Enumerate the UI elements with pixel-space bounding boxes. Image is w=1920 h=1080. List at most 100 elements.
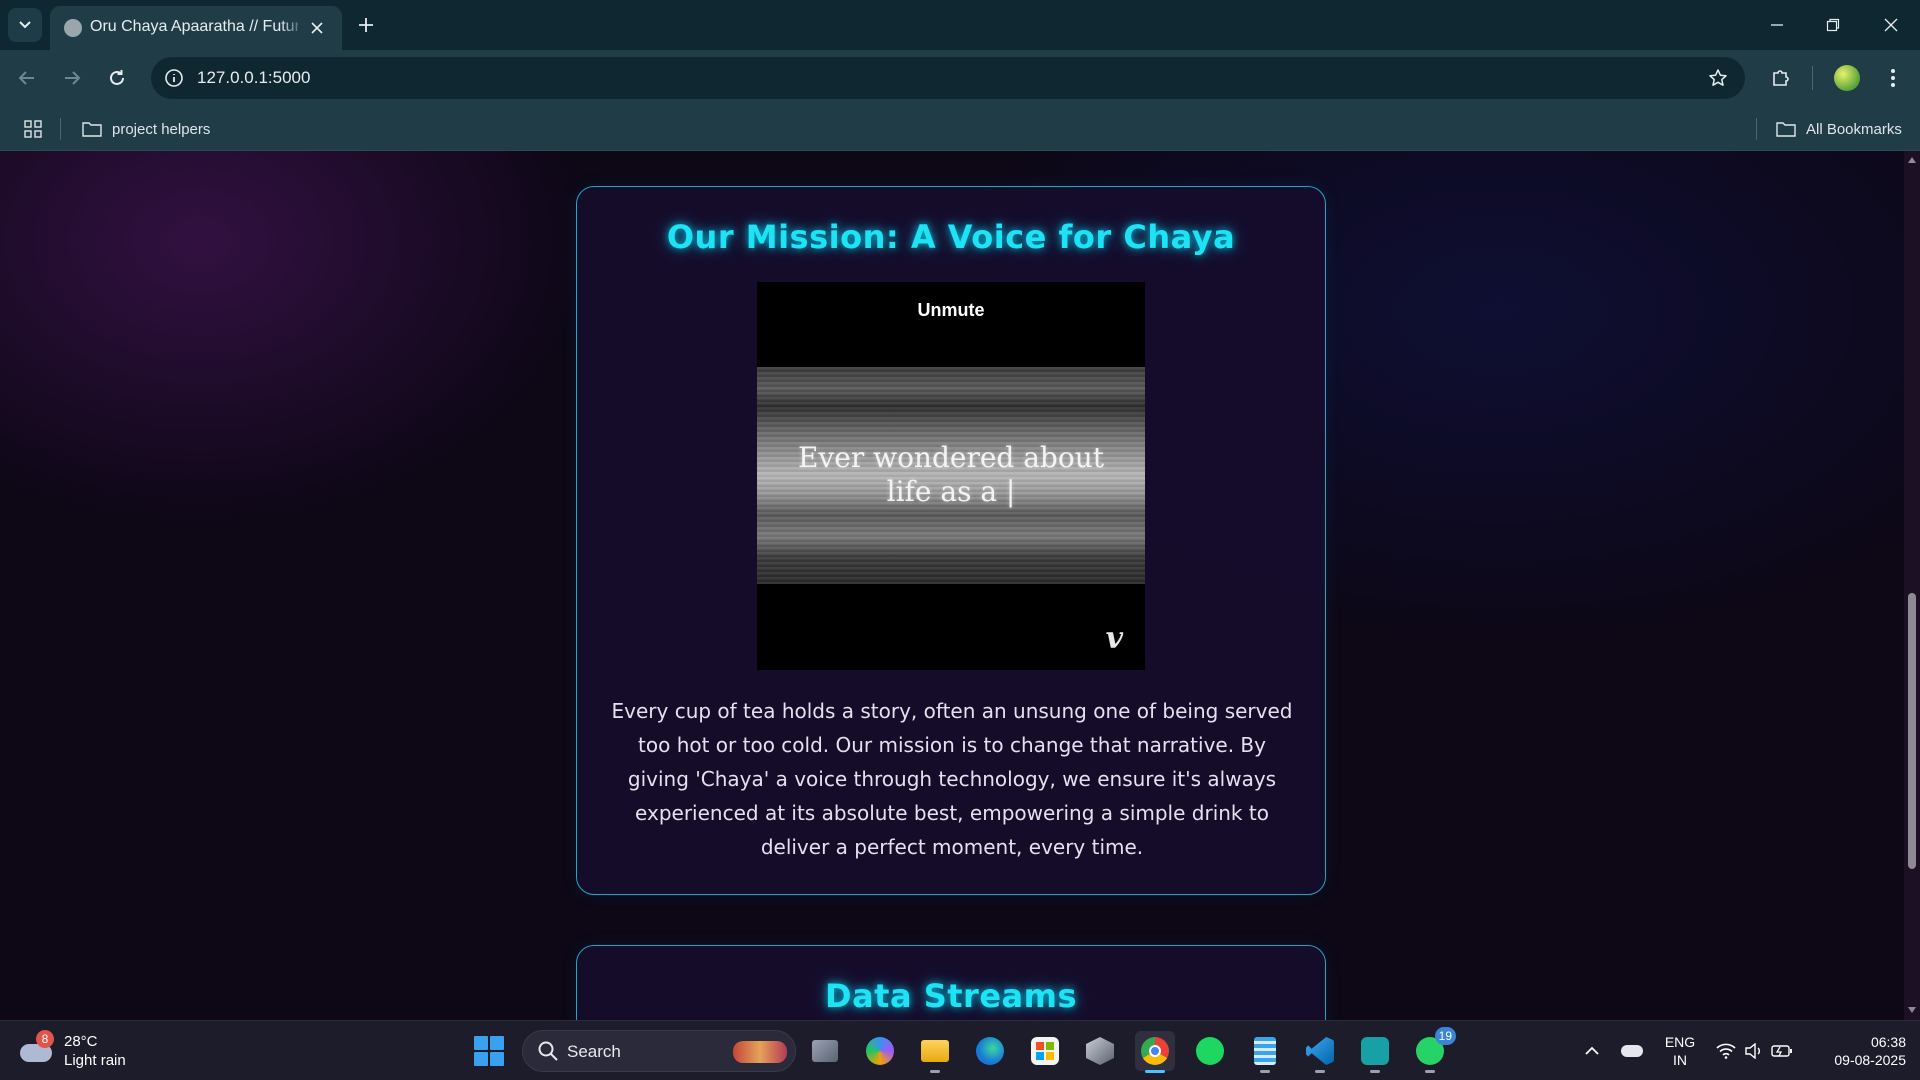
- vscode-icon: [1306, 1037, 1334, 1065]
- vimeo-logo-icon[interactable]: v: [1106, 621, 1123, 656]
- region-code: IN: [1673, 1052, 1687, 1068]
- tab-close-button[interactable]: [306, 17, 328, 39]
- tab-search-button[interactable]: [8, 8, 42, 42]
- bookmarks-divider: [1756, 118, 1757, 140]
- url-text[interactable]: 127.0.0.1:5000: [197, 68, 310, 88]
- edge-icon: [976, 1037, 1004, 1065]
- mission-video-player[interactable]: Unmute Ever wondered about life as a | v: [757, 282, 1145, 670]
- mission-title: Our Mission: A Voice for Chaya: [666, 218, 1236, 256]
- all-bookmarks-label: All Bookmarks: [1806, 120, 1902, 138]
- tab-title-fade: [280, 14, 306, 42]
- copilot-app[interactable]: [860, 1031, 900, 1071]
- bookmark-star-icon[interactable]: [1705, 65, 1731, 91]
- extensions-button[interactable]: [1764, 61, 1798, 95]
- active-tab[interactable]: Oru Chaya Apaaratha // Futuristic: [50, 6, 342, 50]
- weather-temp: 28°C: [64, 1033, 98, 1050]
- bookmark-folder-project-helpers[interactable]: project helpers: [76, 114, 216, 144]
- search-icon: [538, 1041, 558, 1061]
- data-streams-title: Data Streams: [825, 977, 1077, 1015]
- bookmark-label: project helpers: [112, 120, 211, 138]
- puzzle-icon: [1773, 70, 1789, 86]
- arduino-app[interactable]: [1355, 1031, 1395, 1073]
- onedrive-icon[interactable]: [1620, 1039, 1644, 1063]
- mission-description: Every cup of tea holds a story, often an…: [611, 699, 1293, 859]
- restore-button[interactable]: [1816, 8, 1850, 42]
- chevron-down-icon: [19, 21, 31, 29]
- weather-widget[interactable]: 8 28°C Light rain: [20, 1029, 126, 1073]
- scroll-up-arrow-icon[interactable]: [1907, 155, 1917, 165]
- arduino-icon: [1361, 1037, 1389, 1065]
- whatsapp-app[interactable]: 19: [1410, 1027, 1456, 1073]
- close-icon: [311, 22, 323, 34]
- browser-toolbar: 127.0.0.1:5000: [0, 50, 1920, 106]
- reload-button[interactable]: [100, 61, 134, 95]
- store-app[interactable]: [1025, 1031, 1065, 1071]
- edge-app[interactable]: [970, 1031, 1010, 1071]
- running-indicator: [1145, 1070, 1165, 1073]
- volume-icon[interactable]: [1742, 1039, 1766, 1063]
- address-bar[interactable]: 127.0.0.1:5000: [151, 57, 1745, 99]
- notepad-icon: [1254, 1037, 1276, 1065]
- minimize-button[interactable]: [1760, 8, 1794, 42]
- whatsapp-badge: 19: [1434, 1027, 1456, 1045]
- page-viewport: Our Mission: A Voice for Chaya Unmute Ev…: [0, 151, 1904, 1020]
- browser-menu-button[interactable]: [1876, 61, 1910, 95]
- language-code: ENG: [1664, 1034, 1696, 1050]
- taskbar-search[interactable]: Search: [522, 1030, 796, 1072]
- folder-icon: [82, 122, 102, 137]
- data-streams-card: Data Streams: [576, 945, 1326, 1020]
- search-label: Search: [567, 1042, 621, 1061]
- video-caption: Ever wondered about life as a |: [757, 441, 1145, 509]
- running-indicator: [1425, 1070, 1435, 1073]
- more-vertical-icon: [1891, 69, 1895, 87]
- scrollbar-thumb[interactable]: [1908, 593, 1916, 869]
- start-button[interactable]: [474, 1036, 504, 1066]
- task-view-icon: [812, 1040, 838, 1062]
- profile-avatar[interactable]: [1834, 65, 1860, 91]
- video-frame: Ever wondered about life as a |: [757, 367, 1145, 584]
- clock-date: 09-08-2025: [1834, 1052, 1906, 1068]
- bookmarks-divider: [60, 118, 61, 140]
- folder-icon: [1776, 122, 1796, 137]
- search-highlight-art: [733, 1041, 787, 1063]
- clock[interactable]: 06:38 09-08-2025: [1808, 1033, 1906, 1069]
- page-scrollbar[interactable]: [1904, 151, 1920, 1020]
- back-button[interactable]: [10, 61, 44, 95]
- file-explorer-app[interactable]: [915, 1031, 955, 1073]
- store-icon: [1031, 1037, 1059, 1065]
- running-indicator: [1315, 1070, 1325, 1073]
- reload-icon: [110, 70, 124, 85]
- chevron-up-icon: [1585, 1046, 1599, 1055]
- arrow-left-icon: [18, 71, 34, 85]
- bookmarks-bar: project helpers All Bookmarks: [0, 106, 1920, 151]
- task-view-app[interactable]: [805, 1031, 845, 1071]
- show-hidden-icons-button[interactable]: [1580, 1039, 1604, 1063]
- unity-app[interactable]: [1080, 1031, 1120, 1071]
- site-info-icon[interactable]: [161, 65, 187, 91]
- scroll-down-arrow-icon[interactable]: [1907, 1005, 1917, 1015]
- all-bookmarks-button[interactable]: All Bookmarks: [1770, 114, 1908, 144]
- folder-icon: [921, 1040, 949, 1062]
- mission-card: Our Mission: A Voice for Chaya Unmute Ev…: [576, 186, 1326, 895]
- apps-grid-icon: [24, 120, 42, 138]
- forward-button[interactable]: [55, 61, 89, 95]
- video-caption-line-2: life as a |: [886, 475, 1016, 508]
- unmute-button[interactable]: Unmute: [757, 300, 1145, 321]
- notepad-app[interactable]: [1245, 1031, 1285, 1073]
- minimize-icon: [1771, 24, 1783, 26]
- globe-icon: [64, 19, 82, 37]
- windows-taskbar: 8 28°C Light rain Search 19 ENG IN 06:38…: [0, 1020, 1920, 1080]
- language-indicator[interactable]: ENG IN: [1658, 1033, 1702, 1069]
- vscode-app[interactable]: [1300, 1031, 1340, 1073]
- wifi-icon[interactable]: [1714, 1039, 1738, 1063]
- plus-icon: [359, 18, 373, 32]
- new-tab-button[interactable]: [352, 11, 380, 39]
- close-window-button[interactable]: [1874, 8, 1908, 42]
- tab-title: Oru Chaya Apaaratha // Futuristic: [90, 18, 298, 35]
- chrome-app[interactable]: [1135, 1031, 1175, 1073]
- arrow-right-icon: [65, 71, 81, 85]
- battery-icon[interactable]: [1770, 1039, 1794, 1063]
- spotify-app[interactable]: [1190, 1031, 1230, 1071]
- apps-button[interactable]: [20, 116, 46, 142]
- weather-badge: 8: [36, 1030, 54, 1048]
